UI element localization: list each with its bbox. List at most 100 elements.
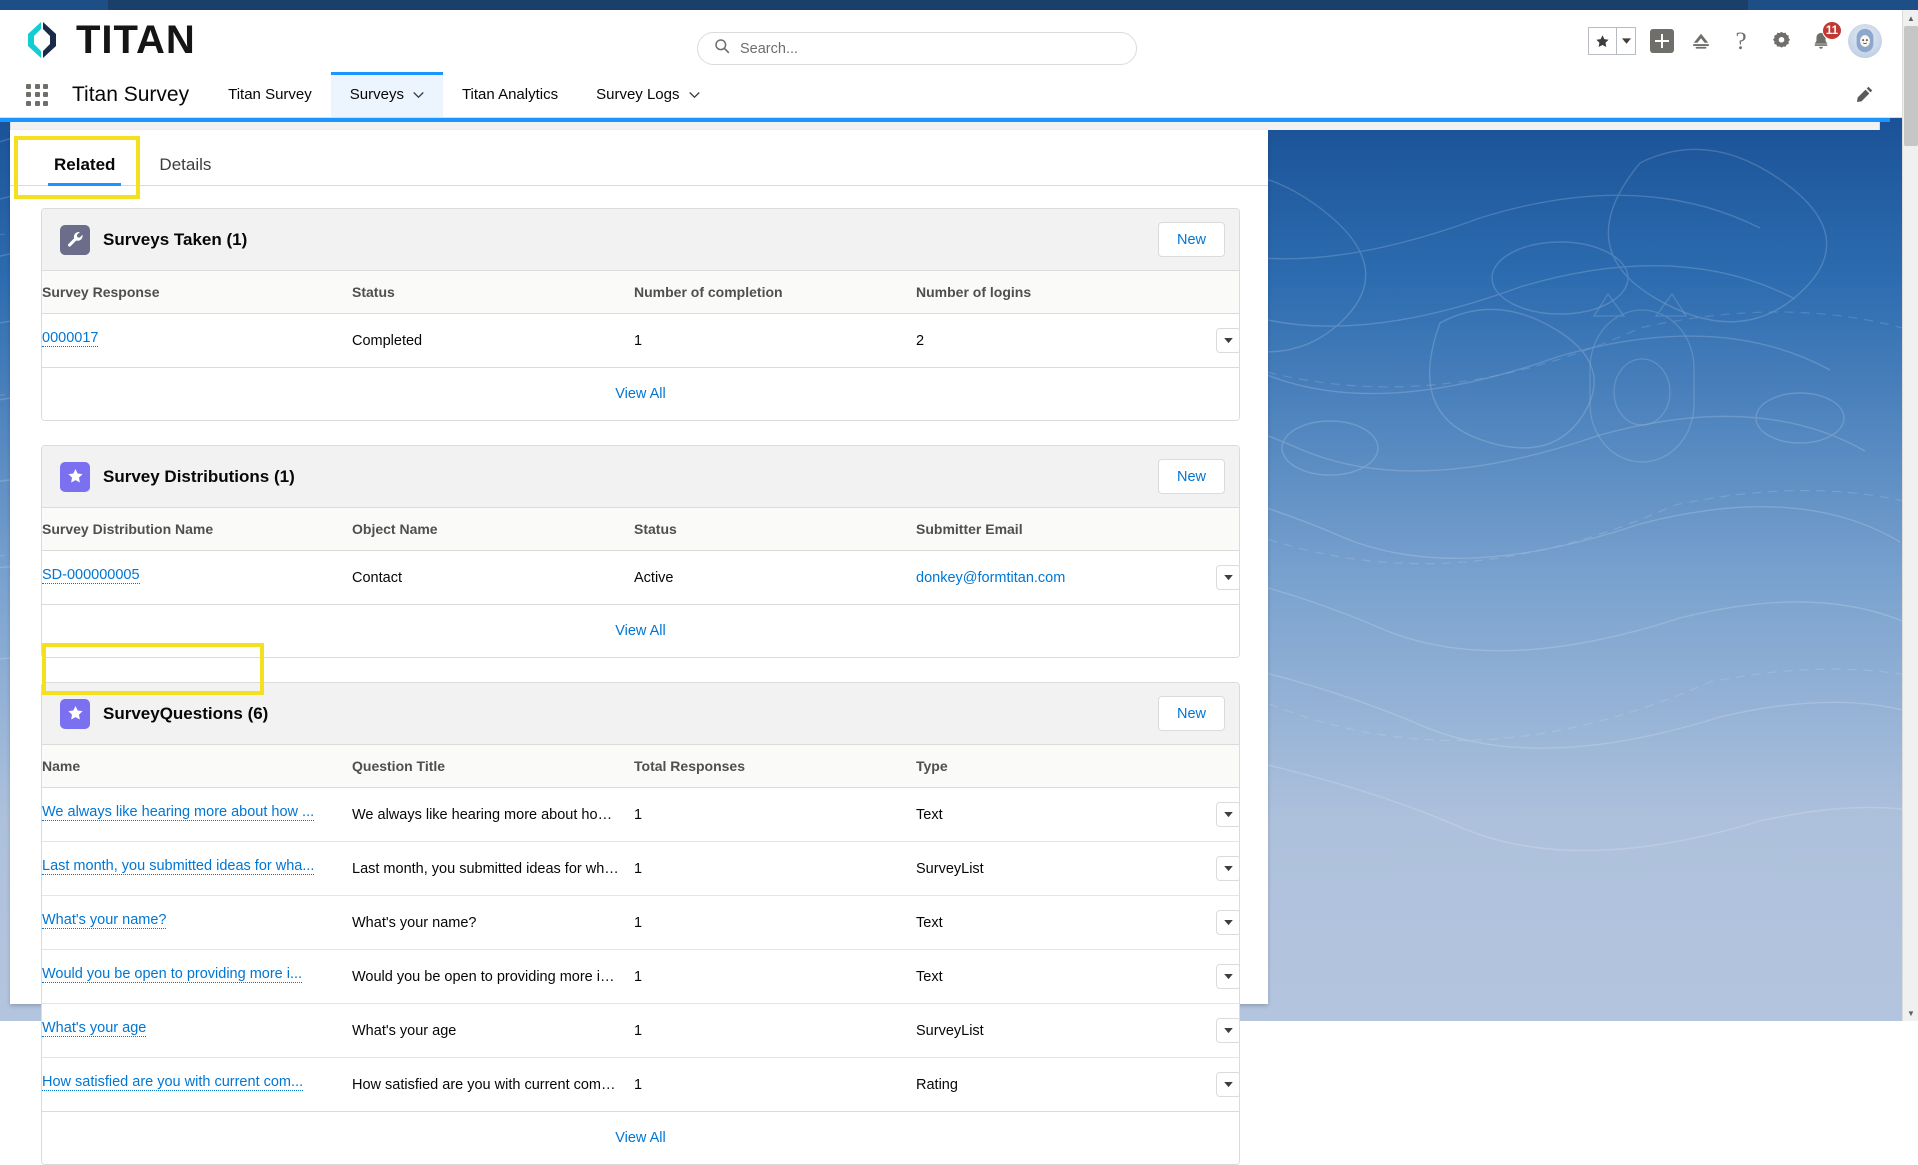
- card-record-count: (1): [226, 229, 248, 249]
- record-header-strip: [10, 122, 1880, 130]
- browser-chrome-strip: [0, 0, 1918, 10]
- card-title-text: SurveyQuestions: [103, 703, 243, 723]
- card-title[interactable]: Surveys Taken (1): [103, 230, 247, 250]
- row-name-link[interactable]: 0000017: [42, 330, 99, 347]
- row-actions-caret-icon[interactable]: [1216, 1018, 1239, 1043]
- tab-related[interactable]: Related: [32, 155, 137, 186]
- notification-badge: 11: [1821, 21, 1842, 40]
- row-cell-total-responses: 1: [634, 914, 643, 931]
- row-cell-status: Completed: [352, 332, 423, 349]
- scrollbar-thumb[interactable]: [1904, 26, 1918, 146]
- row-cell-total-responses: 1: [634, 968, 643, 985]
- view-all-link[interactable]: View All: [615, 386, 666, 402]
- column-header[interactable]: Submitter Email: [916, 508, 1216, 551]
- row-actions-caret-icon[interactable]: [1216, 856, 1239, 881]
- row-actions-caret-icon[interactable]: [1216, 1072, 1239, 1097]
- chevron-down-icon[interactable]: [1616, 27, 1636, 55]
- table-row: What's your age What's your age 1 Survey…: [42, 1003, 1239, 1058]
- column-header[interactable]: Name: [42, 745, 352, 788]
- card-title[interactable]: SurveyQuestions (6): [103, 704, 268, 724]
- record-tabset: Related Details: [10, 130, 1268, 186]
- column-header-actions: [1216, 271, 1239, 314]
- column-header[interactable]: Survey Distribution Name: [42, 508, 352, 551]
- nav-tab-surveys[interactable]: Surveys: [330, 72, 444, 117]
- card-record-count: (6): [247, 703, 269, 723]
- nav-tab-titan-analytics[interactable]: Titan Analytics: [443, 72, 577, 117]
- scroll-up-arrow-icon[interactable]: ▲: [1903, 10, 1918, 26]
- row-actions-caret-icon[interactable]: [1216, 565, 1239, 590]
- new-button[interactable]: New: [1157, 696, 1225, 731]
- related-list-table: Name Question Title Total Responses Type…: [42, 745, 1239, 1112]
- related-list-surveys-taken: Surveys Taken (1) New Survey Response St…: [41, 208, 1240, 421]
- row-cell-type: Rating: [916, 1076, 958, 1093]
- row-cell-completions: 1: [634, 332, 643, 349]
- app-navigation-bar: Titan Survey Titan Survey Surveys Titan …: [0, 72, 1918, 118]
- scroll-down-arrow-icon[interactable]: ▼: [1903, 1005, 1918, 1021]
- row-cell-type: SurveyList: [916, 860, 984, 877]
- new-button[interactable]: New: [1157, 222, 1225, 257]
- column-header[interactable]: Type: [916, 745, 1216, 788]
- column-header[interactable]: Question Title: [352, 745, 634, 788]
- related-list-survey-distributions: Survey Distributions (1) New Survey Dist…: [41, 445, 1240, 658]
- plus-icon[interactable]: [1650, 29, 1674, 53]
- favorites-group[interactable]: [1588, 27, 1636, 55]
- app-launcher-icon[interactable]: [18, 72, 56, 117]
- page-scrollbar[interactable]: ▲ ▼: [1902, 10, 1918, 1021]
- nav-tab-survey-logs[interactable]: Survey Logs: [577, 72, 718, 117]
- app-name[interactable]: Titan Survey: [56, 72, 209, 117]
- column-header[interactable]: Status: [352, 271, 634, 314]
- table-header-row: Survey Distribution Name Object Name Sta…: [42, 508, 1239, 551]
- record-content-panel: Related Details Surveys Taken (1) New Su…: [10, 130, 1268, 1165]
- titan-diamond-logo-icon: [20, 18, 64, 62]
- search-icon: [714, 38, 730, 59]
- card-title[interactable]: Survey Distributions (1): [103, 467, 295, 487]
- row-name-link[interactable]: How satisfied are you with current com..…: [42, 1074, 304, 1091]
- card-title-text: Survey Distributions: [103, 466, 270, 486]
- column-header[interactable]: Object Name: [352, 508, 634, 551]
- global-header: TITAN Search... ? 11: [0, 10, 1918, 72]
- star-icon: [60, 461, 90, 492]
- star-icon[interactable]: [1588, 27, 1616, 55]
- row-name-link[interactable]: We always like hearing more about how ..…: [42, 804, 315, 821]
- column-header[interactable]: Number of completion: [634, 271, 916, 314]
- tab-details[interactable]: Details: [137, 156, 233, 185]
- global-search[interactable]: [697, 32, 1137, 65]
- table-row: How satisfied are you with current com..…: [42, 1057, 1239, 1112]
- new-button[interactable]: New: [1157, 459, 1225, 494]
- pencil-edit-icon[interactable]: [1855, 72, 1874, 117]
- question-mark-icon[interactable]: ?: [1728, 28, 1754, 54]
- row-actions-caret-icon[interactable]: [1216, 802, 1239, 827]
- astro-avatar-icon[interactable]: [1848, 24, 1882, 58]
- row-name-link[interactable]: Would you be open to providing more i...: [42, 966, 303, 983]
- chevron-down-icon[interactable]: [688, 86, 700, 103]
- chevron-down-icon[interactable]: [413, 86, 424, 103]
- column-header[interactable]: Survey Response: [42, 271, 352, 314]
- column-header[interactable]: Number of logins: [916, 271, 1216, 314]
- row-actions-caret-icon[interactable]: [1216, 964, 1239, 989]
- view-all-link[interactable]: View All: [615, 623, 666, 639]
- bell-icon[interactable]: 11: [1808, 21, 1842, 54]
- row-name-link[interactable]: Last month, you submitted ideas for wha.…: [42, 858, 315, 875]
- row-name-link[interactable]: What's your name?: [42, 912, 167, 929]
- view-all-link[interactable]: View All: [615, 1130, 666, 1146]
- brand[interactable]: TITAN: [20, 18, 196, 62]
- nav-tab-titan-survey[interactable]: Titan Survey: [209, 72, 331, 117]
- row-cell-question-title: How satisfied are you with current comm.…: [352, 1076, 626, 1093]
- row-cell-object-name: Contact: [352, 569, 402, 586]
- row-name-link[interactable]: What's your age: [42, 1020, 147, 1037]
- row-actions-caret-icon[interactable]: [1216, 328, 1239, 353]
- tab-label: Related: [54, 155, 116, 174]
- gear-icon[interactable]: [1768, 28, 1794, 54]
- salesforce-cloud-icon[interactable]: [1688, 28, 1714, 54]
- row-name-link[interactable]: SD-000000005: [42, 567, 140, 584]
- column-header-actions: [1216, 508, 1239, 551]
- column-header[interactable]: Total Responses: [634, 745, 916, 788]
- row-cell-status: Active: [634, 569, 674, 586]
- row-cell-type: Text: [916, 968, 943, 985]
- row-actions-caret-icon[interactable]: [1216, 910, 1239, 935]
- column-header[interactable]: Status: [634, 508, 916, 551]
- row-cell-question-title: What's your age: [352, 1022, 457, 1039]
- tab-label: Details: [159, 155, 212, 174]
- search-input[interactable]: [740, 40, 1120, 57]
- row-cell-submitter-email-link[interactable]: donkey@formtitan.com: [916, 570, 1065, 586]
